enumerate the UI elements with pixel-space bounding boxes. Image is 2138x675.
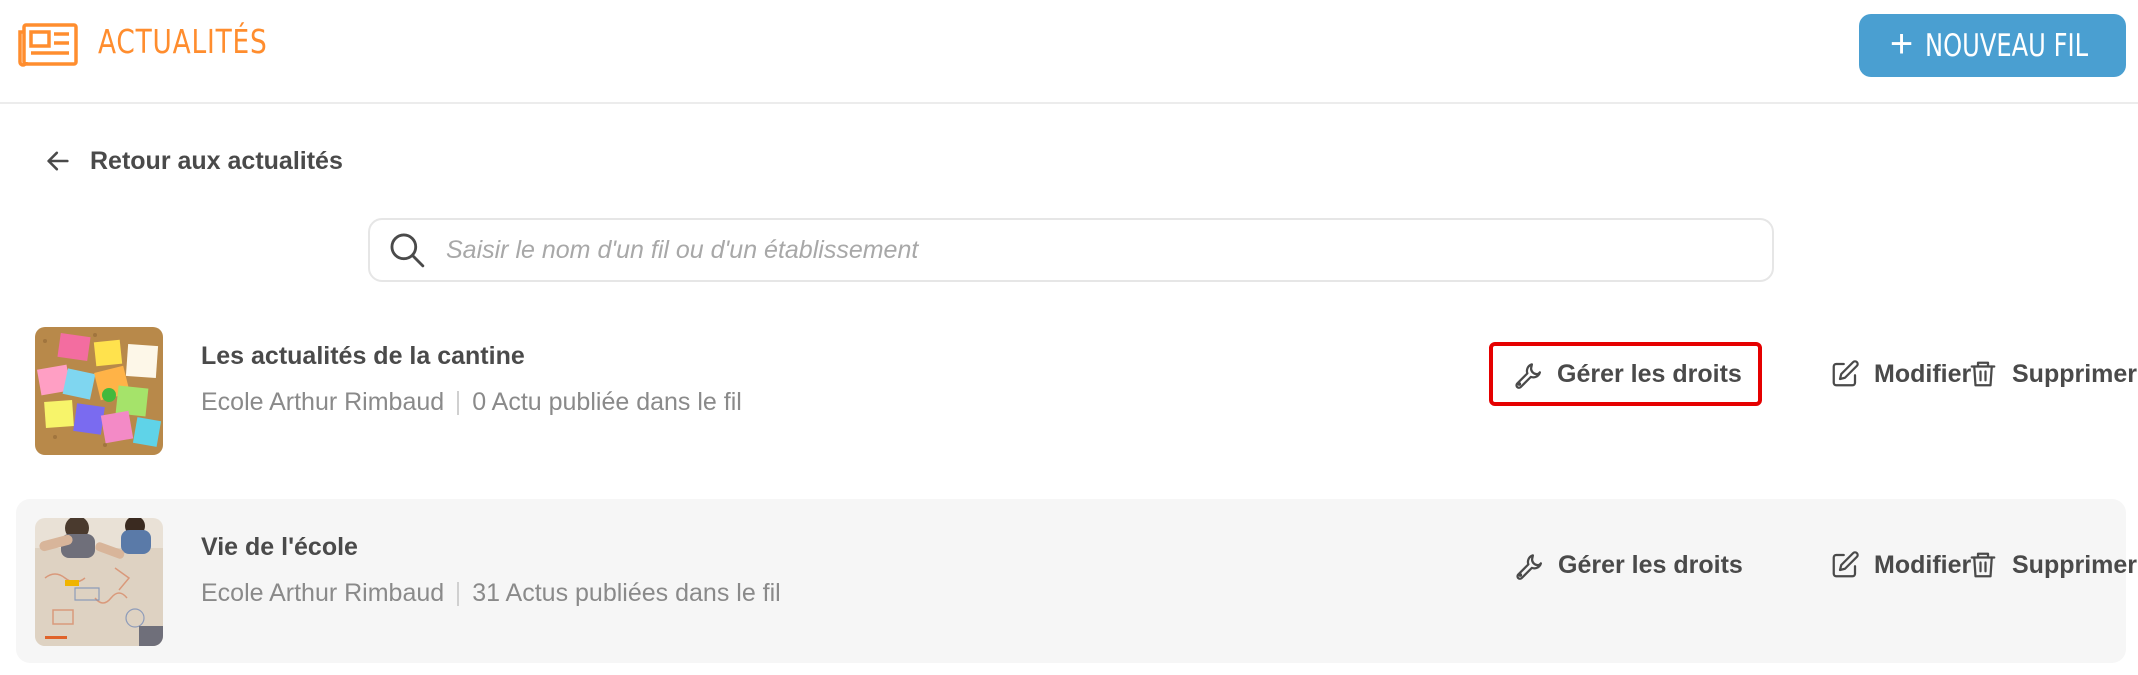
- search-input[interactable]: [444, 234, 1772, 266]
- delete-label: Supprimer: [2012, 550, 2138, 579]
- delete-button[interactable]: Supprimer: [1968, 533, 2137, 597]
- page-title: ACTUALITÉS: [98, 22, 268, 61]
- trash-icon: [1970, 552, 1996, 578]
- edit-label: Modifier: [1874, 550, 1972, 579]
- thread-school: Ecole Arthur Rimbaud: [201, 579, 445, 607]
- thread-thumbnail-children-drawing: [35, 518, 163, 646]
- edit-icon: [1832, 551, 1859, 578]
- wrench-icon: [1515, 363, 1541, 389]
- search-icon: [390, 233, 425, 268]
- thread-row: Les actualités de la cantine Ecole Arthu…: [16, 290, 2137, 455]
- new-thread-button[interactable]: + NOUVEAU FIL: [1859, 14, 2126, 77]
- back-link-label: Retour aux actualités: [90, 146, 343, 175]
- manage-rights-label: Gérer les droits: [1557, 359, 1742, 388]
- thread-count: 0 Actu publiée dans le fil: [472, 388, 742, 416]
- plus-icon: +: [1889, 21, 1914, 66]
- search-bar: [368, 218, 1774, 282]
- back-link[interactable]: Retour aux actualités: [44, 140, 343, 182]
- thread-title: Les actualités de la cantine: [201, 342, 525, 370]
- meta-divider: [457, 390, 460, 415]
- edit-button[interactable]: Modifier: [1830, 342, 1971, 406]
- delete-button[interactable]: Supprimer: [1968, 342, 2137, 406]
- delete-label: Supprimer: [2012, 359, 2138, 388]
- edit-icon: [1832, 360, 1859, 387]
- trash-icon: [1970, 361, 1996, 387]
- thread-count: 31 Actus publiées dans le fil: [472, 579, 781, 607]
- top-bar: ACTUALITÉS + NOUVEAU FIL: [0, 0, 2138, 104]
- thread-row: Vie de l'école Ecole Arthur Rimbaud 31 A…: [16, 499, 2137, 663]
- thread-school: Ecole Arthur Rimbaud: [201, 388, 445, 416]
- meta-divider: [457, 581, 460, 606]
- new-thread-button-label: NOUVEAU FIL: [1925, 27, 2089, 64]
- manage-rights-label: Gérer les droits: [1558, 550, 1743, 579]
- manage-rights-button[interactable]: Gérer les droits: [1494, 533, 1763, 597]
- newspaper-icon: [18, 23, 78, 67]
- thread-thumbnail-sticky-notes: [35, 327, 163, 455]
- arrow-left-icon: [47, 151, 69, 171]
- wrench-icon: [1516, 554, 1542, 580]
- thread-meta: Ecole Arthur Rimbaud 31 Actus publiées d…: [201, 579, 781, 608]
- edit-button[interactable]: Modifier: [1830, 533, 1971, 597]
- edit-label: Modifier: [1874, 359, 1972, 388]
- thread-title: Vie de l'école: [201, 533, 358, 561]
- manage-rights-button[interactable]: Gérer les droits: [1489, 342, 1762, 406]
- thread-meta: Ecole Arthur Rimbaud 0 Actu publiée dans…: [201, 388, 742, 417]
